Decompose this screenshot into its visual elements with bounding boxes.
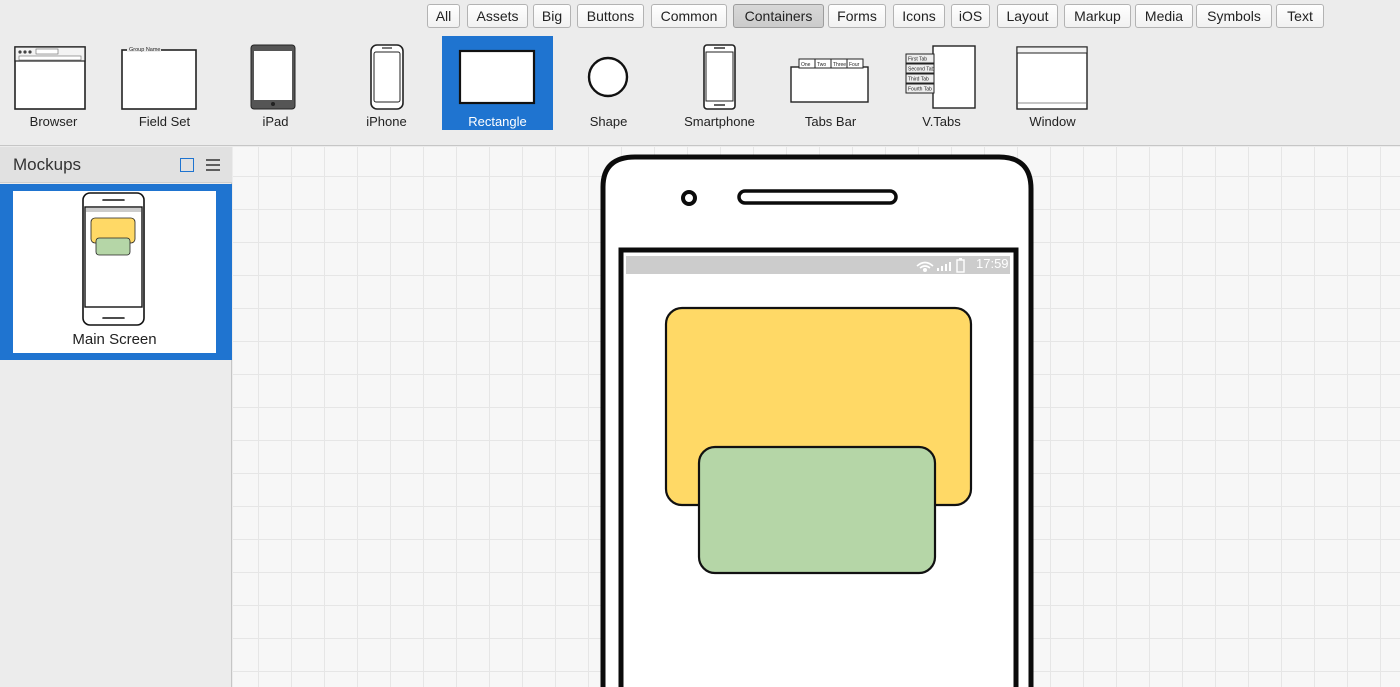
library-item-label: Shape (589, 114, 628, 129)
mockups-header: Mockups (0, 147, 232, 183)
field-set-icon: Group Name (109, 42, 220, 112)
svg-text:First Tab: First Tab (908, 57, 927, 63)
green-rectangle (697, 445, 937, 575)
category-tab-all[interactable]: All (427, 4, 460, 28)
library-item-window[interactable]: Window (997, 36, 1108, 130)
mockup-item-main-screen[interactable]: Main Screen (0, 184, 232, 360)
library-item-label: Field Set (138, 114, 191, 129)
svg-text:Third Tab: Third Tab (908, 77, 929, 83)
category-tab-ios[interactable]: iOS (951, 4, 990, 28)
category-tabs-bar: All Assets Big Buttons Common Containers Forms… (0, 0, 1400, 34)
svg-text:Four: Four (849, 62, 860, 68)
library-item-label: Window (1029, 114, 1076, 129)
mockup-label: Main Screen (72, 331, 157, 348)
status-time: 17:59 (976, 256, 1009, 271)
category-tab-markup[interactable]: Markup (1064, 4, 1131, 28)
library-item-browser[interactable]: Browser (0, 36, 109, 130)
category-tab-containers[interactable]: Containers (733, 4, 824, 28)
category-tab-text[interactable]: Text (1276, 4, 1324, 28)
svg-text:Two: Two (817, 62, 826, 68)
status-bar (626, 256, 1010, 274)
library-item-v-tabs[interactable]: First Tab Second Tab Third Tab Fourth Tab V.… (886, 36, 997, 130)
smartphone-icon (664, 42, 775, 112)
svg-text:Three: Three (833, 62, 846, 68)
iphone-icon (331, 42, 442, 112)
category-tab-symbols[interactable]: Symbols (1196, 4, 1272, 28)
smartphone-thumbnail-icon (82, 192, 145, 326)
library-item-label: iPhone (366, 114, 407, 129)
list-view-icon[interactable] (205, 157, 221, 173)
browser-icon (0, 42, 109, 112)
library-item-iphone[interactable]: iPhone (331, 36, 442, 130)
smartphone-mockup[interactable] (233, 147, 1400, 687)
design-canvas[interactable]: 17:59 (233, 147, 1400, 687)
rectangle-icon (442, 42, 553, 112)
mockup-thumbnail: Main Screen (13, 191, 216, 353)
category-tab-icons[interactable]: Icons (893, 4, 945, 28)
library-item-smartphone[interactable]: Smartphone (664, 36, 775, 130)
library-item-label: Browser (29, 114, 78, 129)
mockups-title: Mockups (13, 155, 82, 174)
category-tab-media[interactable]: Media (1135, 4, 1193, 28)
category-tab-forms[interactable]: Forms (828, 4, 886, 28)
library-item-label: iPad (262, 114, 289, 129)
category-tab-common[interactable]: Common (651, 4, 727, 28)
svg-text:One: One (801, 62, 811, 68)
circle-shape-icon (553, 42, 664, 112)
library-item-field-set[interactable]: Group Name Field Set (109, 36, 220, 130)
mockups-sidebar: Mockups Main Screen (0, 147, 232, 687)
library-item-ipad[interactable]: iPad (220, 36, 331, 130)
category-tab-buttons[interactable]: Buttons (577, 4, 644, 28)
camera-icon (681, 190, 697, 206)
svg-text:Fourth Tab: Fourth Tab (908, 87, 932, 93)
category-tab-layout[interactable]: Layout (997, 4, 1058, 28)
library-item-label: V.Tabs (922, 114, 961, 129)
speaker-grille (737, 189, 898, 205)
library-item-rectangle[interactable]: Rectangle (442, 36, 553, 130)
library-item-shape[interactable]: Shape (553, 36, 664, 130)
grid-view-icon[interactable] (180, 158, 194, 172)
ui-library-strip: Browser Group Name Field Set iPad iPhone … (0, 34, 1400, 146)
tabs-bar-icon: One Two Three Four (775, 42, 886, 112)
category-tab-assets[interactable]: Assets (467, 4, 528, 28)
library-item-label: Tabs Bar (804, 114, 857, 129)
svg-text:Group Name: Group Name (129, 47, 161, 53)
category-tab-big[interactable]: Big (533, 4, 571, 28)
library-item-tabs-bar[interactable]: One Two Three Four Tabs Bar (775, 36, 886, 130)
app-window: All Assets Big Buttons Common Containers Forms… (0, 0, 1400, 687)
ipad-icon (220, 42, 331, 112)
library-item-label: Rectangle (468, 114, 527, 129)
library-item-label: Smartphone (684, 114, 755, 129)
window-icon (997, 42, 1108, 112)
svg-text:Second Tab: Second Tab (908, 67, 935, 73)
vertical-tabs-icon: First Tab Second Tab Third Tab Fourth Tab (886, 42, 997, 112)
